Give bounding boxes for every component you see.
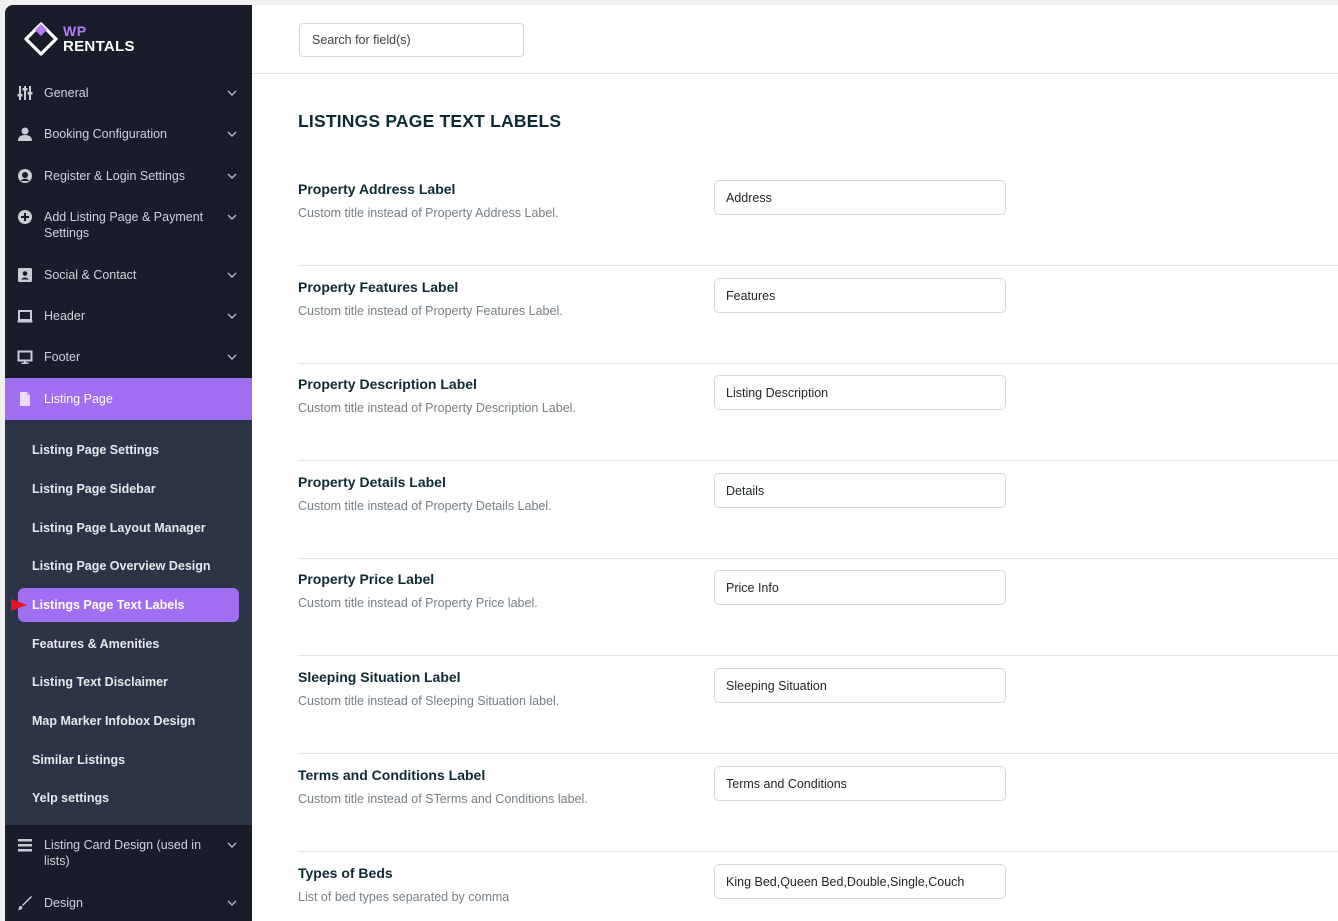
property-details-label-input[interactable]: [714, 473, 1006, 508]
chevron-down-icon: [227, 900, 237, 906]
sidebar-item-label: Listing Page: [44, 392, 113, 406]
submenu-item-text-disclaimer[interactable]: Listing Text Disclaimer: [18, 665, 239, 699]
chevron-down-icon: [227, 173, 237, 179]
sidebar-item-social-contact[interactable]: Social & Contact: [5, 263, 252, 287]
field-description: Custom title instead of Property Price l…: [298, 596, 538, 610]
brand-line2: RENTALS: [63, 38, 135, 55]
field-label: Property Details Label: [298, 474, 446, 490]
sliders-icon: [17, 85, 33, 101]
field-row-sleeping-situation: Sleeping Situation Label Custom title in…: [298, 656, 1338, 754]
list-icon: [17, 837, 33, 853]
field-search-input[interactable]: [299, 23, 524, 57]
chevron-down-icon: [227, 272, 237, 278]
field-description: Custom title instead of Property Descrip…: [298, 401, 576, 415]
sidebar-item-register-login[interactable]: Register & Login Settings: [5, 164, 252, 188]
brush-icon: [17, 895, 33, 911]
plus-circle-icon: [17, 209, 33, 225]
settings-main-panel: LISTINGS PAGE TEXT LABELS Property Addre…: [252, 5, 1338, 921]
field-row-property-price: Property Price Label Custom title instea…: [298, 558, 1338, 656]
user-icon: [17, 126, 33, 142]
document-icon: [17, 391, 33, 407]
chevron-down-icon: [227, 354, 237, 360]
field-row-property-features: Property Features Label Custom title ins…: [298, 266, 1338, 364]
login-icon: [17, 168, 33, 184]
field-row-property-details: Property Details Label Custom title inst…: [298, 461, 1338, 559]
sidebar-item-footer[interactable]: Footer: [5, 345, 252, 369]
field-label: Types of Beds: [298, 865, 393, 881]
field-row-terms-conditions: Terms and Conditions Label Custom title …: [298, 754, 1338, 852]
submenu-item-features-amenities[interactable]: Features & Amenities: [18, 627, 239, 661]
page-title: LISTINGS PAGE TEXT LABELS: [298, 111, 562, 131]
chevron-down-icon: [227, 313, 237, 319]
sidebar-item-design[interactable]: Design: [5, 891, 252, 915]
sidebar-item-booking-configuration[interactable]: Booking Configuration: [5, 122, 252, 146]
submenu-item-map-marker-infobox[interactable]: Map Marker Infobox Design: [18, 704, 239, 738]
settings-sidebar: WP RENTALS General Booking Configuration…: [5, 5, 252, 921]
terms-conditions-label-input[interactable]: [714, 766, 1006, 801]
sidebar-item-label: Register & Login Settings: [44, 169, 186, 183]
submenu-item-similar-listings[interactable]: Similar Listings: [18, 743, 239, 777]
top-bar: [252, 5, 1338, 74]
field-description: Custom title instead of Property Details…: [298, 499, 552, 513]
property-features-label-input[interactable]: [714, 278, 1006, 313]
field-label: Property Features Label: [298, 279, 459, 295]
sidebar-item-label: Social & Contact: [44, 268, 137, 282]
monitor-icon: [17, 349, 33, 365]
sleeping-situation-label-input[interactable]: [714, 668, 1006, 703]
field-description: Custom title instead of Sleeping Situati…: [298, 694, 560, 708]
submenu-item-overview-design[interactable]: Listing Page Overview Design: [18, 549, 239, 583]
field-label: Property Description Label: [298, 376, 477, 392]
field-description: Custom title instead of Property Address…: [298, 206, 559, 220]
pointer-arrow-icon: [11, 599, 27, 611]
property-description-label-input[interactable]: [714, 375, 1006, 410]
field-description: List of bed types separated by comma: [298, 890, 510, 904]
submenu-item-text-labels[interactable]: Listings Page Text Labels: [11, 588, 239, 622]
listing-page-submenu: Listing Page Settings Listing Page Sideb…: [5, 420, 252, 825]
submenu-item-listing-page-settings[interactable]: Listing Page Settings: [18, 433, 239, 467]
brand-line1: WP: [63, 23, 87, 39]
laptop-icon: [17, 308, 33, 324]
sidebar-item-label: Booking Configuration: [44, 127, 167, 141]
diamond-logo-icon: [23, 21, 59, 57]
submenu-item-yelp-settings[interactable]: Yelp settings: [18, 781, 239, 815]
field-row-property-address: Property Address Label Custom title inst…: [298, 168, 1338, 266]
sidebar-item-label: Design: [44, 896, 83, 910]
submenu-item-layout-manager[interactable]: Listing Page Layout Manager: [18, 511, 239, 545]
property-price-label-input[interactable]: [714, 570, 1006, 605]
sidebar-item-label: Listing Card Design (used in lists): [44, 838, 202, 868]
sidebar-item-listing-card-design[interactable]: Listing Card Design (used in lists): [5, 837, 252, 869]
sidebar-item-header[interactable]: Header: [5, 304, 252, 328]
field-row-property-description: Property Description Label Custom title …: [298, 363, 1338, 461]
sidebar-item-general[interactable]: General: [5, 81, 252, 105]
field-label: Terms and Conditions Label: [298, 767, 486, 783]
field-label: Property Address Label: [298, 181, 456, 197]
chevron-down-icon: [227, 90, 237, 96]
contact-card-icon: [17, 267, 33, 283]
field-label: Property Price Label: [298, 571, 435, 587]
property-address-label-input[interactable]: [714, 180, 1006, 215]
field-description: Custom title instead of Property Feature…: [298, 304, 563, 318]
sidebar-item-label: Footer: [44, 350, 81, 364]
submenu-item-label: Listings Page Text Labels: [32, 598, 185, 612]
field-row-types-of-beds: Types of Beds List of bed types separate…: [298, 852, 1338, 921]
chevron-down-icon: [227, 842, 237, 848]
brand-logo[interactable]: WP RENTALS: [23, 19, 135, 59]
field-label: Sleeping Situation Label: [298, 669, 461, 685]
sidebar-item-listing-page[interactable]: Listing Page: [5, 378, 252, 420]
chevron-down-icon: [227, 131, 237, 137]
sidebar-item-label: Header: [44, 309, 85, 323]
field-description: Custom title instead of STerms and Condi…: [298, 792, 588, 806]
chevron-down-icon: [227, 214, 237, 220]
sidebar-item-label: General: [44, 86, 89, 100]
sidebar-item-label: Add Listing Page & Payment Settings: [44, 210, 204, 240]
types-of-beds-input[interactable]: [714, 864, 1006, 899]
sidebar-item-add-listing-payment[interactable]: Add Listing Page & Payment Settings: [5, 209, 252, 241]
submenu-item-listing-page-sidebar[interactable]: Listing Page Sidebar: [18, 472, 239, 506]
